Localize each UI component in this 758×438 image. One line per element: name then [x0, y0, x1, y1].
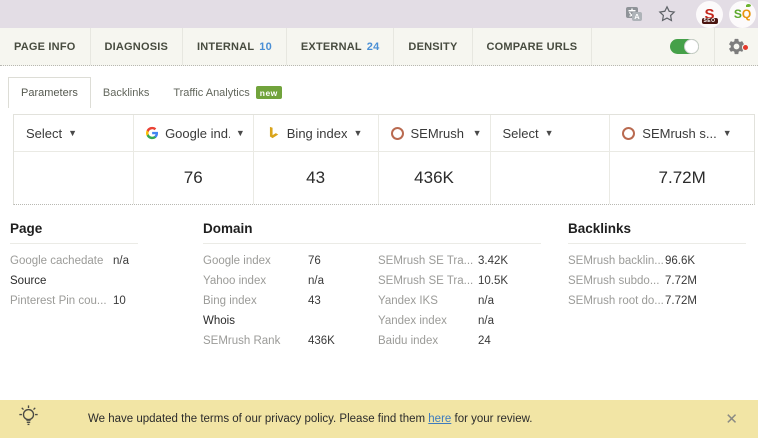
table-column-bing-index: Bing index ▼ 43 [253, 115, 379, 204]
seoquake-extension-icon[interactable]: SQ [729, 0, 756, 28]
nav-external[interactable]: EXTERNAL 24 [287, 28, 395, 65]
bing-index-dropdown[interactable]: Bing index ▼ [253, 115, 378, 152]
main-nav: PAGE INFO DIAGNOSIS INTERNAL 10 EXTERNAL… [0, 28, 758, 66]
param-row: SEMrush Rank 436K [203, 335, 335, 347]
nav-diagnosis[interactable]: DIAGNOSIS [91, 28, 184, 65]
internal-count-badge: 10 [259, 40, 272, 53]
tab-backlinks[interactable]: Backlinks [91, 78, 161, 108]
param-row: Baidu index 24 [378, 335, 491, 347]
param-row: Source [10, 275, 138, 287]
table-column-semrush-subdomain: SEMrush s... ▼ 7.72M [610, 115, 754, 204]
param-row: SEMrush SE Tra... 10.5K [378, 275, 509, 287]
google-index-dropdown[interactable]: Google ind... ▼ [133, 115, 253, 152]
settings-gear-icon[interactable] [715, 37, 758, 56]
param-row: Yandex IKS n/a [378, 295, 494, 307]
param-row: SEMrush subdo... 7.72M [568, 275, 697, 287]
seoquake-panel: A S SEO SQ PAGE INFO DIAGNOSIS INTERNAL … [0, 0, 758, 438]
nav-page-info[interactable]: PAGE INFO [0, 28, 91, 65]
chevron-down-icon: ▼ [544, 128, 554, 138]
parameter-sections: Page Google cachedate n/a Source Pintere… [0, 221, 758, 373]
nav-internal[interactable]: INTERNAL 10 [183, 28, 287, 65]
google-index-value: 76 [183, 168, 203, 187]
select-dropdown-2[interactable]: Select ▼ [490, 115, 610, 152]
param-row: Whois [203, 315, 378, 327]
semrush-rank-dropdown[interactable]: SEMrush ... ▼ [378, 115, 490, 152]
enable-toggle[interactable] [670, 39, 699, 54]
table-column-semrush-rank: SEMrush ... ▼ 436K [378, 115, 491, 204]
section-domain: Domain Google index 76 Yahoo index n/a B… [203, 221, 541, 355]
param-row: Yandex index n/a [378, 315, 494, 327]
external-count-badge: 24 [366, 40, 380, 53]
table-column-google-index: Google ind... ▼ 76 [133, 115, 254, 204]
param-row: Google index 76 [203, 255, 321, 267]
param-row: Google cachedate n/a [10, 255, 129, 267]
bookmark-star-icon[interactable] [658, 5, 676, 23]
chevron-down-icon: ▼ [68, 128, 78, 138]
chevron-down-icon: ▼ [472, 128, 482, 138]
seo-extension-icon[interactable]: S SEO [696, 0, 723, 28]
toggle-knob [684, 39, 699, 54]
param-row: Pinterest Pin cou... 10 [10, 295, 126, 307]
privacy-policy-link[interactable]: here [428, 413, 451, 425]
table-column-select-1: Select ▼ [14, 115, 134, 204]
svg-text:A: A [634, 12, 640, 21]
param-row: SEMrush root do... 7.72M [568, 295, 697, 307]
semrush-subdomain-dropdown[interactable]: SEMrush s... ▼ [610, 115, 754, 152]
privacy-message: We have updated the terms of our privacy… [88, 413, 533, 425]
semrush-icon [390, 126, 404, 140]
bing-index-value: 43 [306, 168, 326, 187]
chevron-down-icon: ▼ [722, 128, 732, 138]
lightbulb-icon [15, 403, 42, 435]
table-column-select-2: Select ▼ [490, 115, 611, 204]
value-cell [491, 152, 610, 204]
google-icon [145, 126, 158, 140]
new-badge: new [255, 86, 282, 99]
section-page: Page Google cachedate n/a Source Pintere… [10, 221, 138, 315]
param-row: Yahoo index n/a [203, 275, 324, 287]
nav-density[interactable]: DENSITY [394, 28, 473, 65]
browser-toolbar: A S SEO SQ [0, 0, 758, 28]
param-row: Bing index 43 [203, 295, 321, 307]
semrush-icon [622, 126, 636, 140]
section-title-domain: Domain [203, 221, 541, 244]
translate-icon[interactable]: A [624, 4, 644, 24]
select-dropdown-1[interactable]: Select ▼ [14, 115, 133, 152]
section-title-backlinks: Backlinks [568, 221, 746, 244]
value-cell [14, 152, 133, 204]
tab-parameters[interactable]: Parameters [8, 77, 91, 108]
parameters-table: Select ▼ Google ind... ▼ 76 [13, 114, 755, 205]
section-backlinks: Backlinks SEMrush backlin... 96.6K SEMru… [568, 221, 746, 315]
param-row: SEMrush backlin... 96.6K [568, 255, 696, 267]
privacy-notice-bar: We have updated the terms of our privacy… [0, 400, 758, 438]
section-title-page: Page [10, 221, 138, 244]
param-row: SEMrush SE Tra... 3.42K [378, 255, 509, 267]
source-link[interactable]: Source [10, 275, 113, 287]
bing-icon [269, 126, 279, 139]
semrush-rank-value: 436K [414, 168, 454, 187]
whois-link[interactable]: Whois [203, 315, 308, 327]
chevron-down-icon: ▼ [353, 128, 363, 138]
tab-traffic-analytics[interactable]: Traffic Analytics new [161, 77, 293, 108]
semrush-subdomain-value: 7.72M [658, 168, 706, 187]
leaf-icon [746, 3, 751, 7]
notification-dot [742, 44, 749, 51]
nav-compare-urls[interactable]: COMPARE URLS [473, 28, 593, 65]
tab-bar: Parameters Backlinks Traffic Analytics n… [0, 66, 758, 108]
chevron-down-icon: ▼ [235, 128, 245, 138]
close-icon[interactable]: ✕ [725, 412, 738, 427]
